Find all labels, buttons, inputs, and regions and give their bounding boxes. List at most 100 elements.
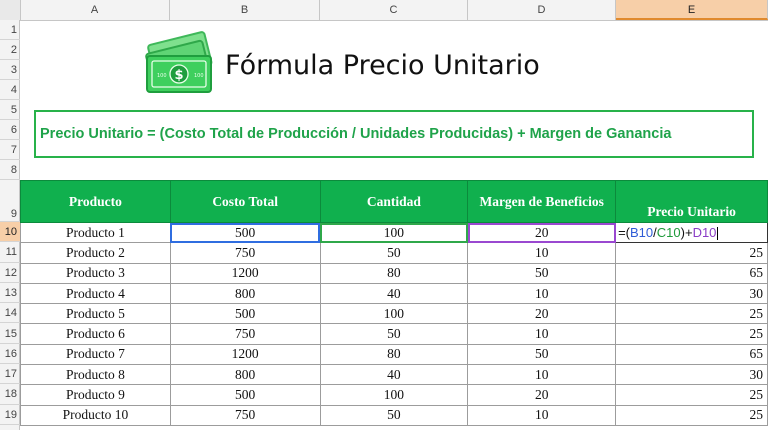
row-header-17[interactable]: 17: [0, 364, 20, 385]
price-table: Producto Costo Total Cantidad Margen de …: [20, 180, 768, 426]
cell-e16[interactable]: 65: [615, 343, 768, 366]
column-header-a[interactable]: A: [20, 0, 170, 20]
cell-a11[interactable]: Producto 2: [20, 242, 171, 264]
cell-a16[interactable]: Producto 7: [20, 343, 171, 366]
table-row: Producto 1 500 100 20 =(B10/C10)+D10: [20, 221, 768, 244]
cell-a10[interactable]: Producto 1: [20, 221, 171, 244]
cell-d12[interactable]: 50: [467, 262, 617, 284]
row-header-10[interactable]: 10: [0, 222, 20, 243]
cell-e17[interactable]: 30: [615, 364, 768, 386]
svg-text:$: $: [174, 68, 183, 83]
cell-e11[interactable]: 25: [615, 242, 768, 264]
cell-d18[interactable]: 20: [467, 384, 617, 406]
cell-b17[interactable]: 800: [169, 364, 321, 386]
header-costo-total[interactable]: Costo Total: [169, 180, 321, 223]
header-margen[interactable]: Margen de Beneficios: [467, 180, 617, 223]
header-cantidad[interactable]: Cantidad: [319, 180, 469, 223]
row-header-11[interactable]: 11: [0, 242, 20, 263]
cell-e18[interactable]: 25: [615, 384, 768, 406]
cell-c19[interactable]: 50: [319, 404, 469, 426]
cell-b18[interactable]: 500: [169, 384, 321, 406]
cell-a12[interactable]: Producto 3: [20, 262, 171, 284]
table-row: Producto 5 500 100 20 25: [20, 303, 768, 325]
cell-a18[interactable]: Producto 9: [20, 384, 171, 406]
cell-d15[interactable]: 10: [467, 323, 617, 345]
cell-d13[interactable]: 10: [467, 282, 617, 305]
cell-d14[interactable]: 20: [467, 303, 617, 325]
cell-c12[interactable]: 80: [319, 262, 469, 284]
table-row: Producto 4 800 40 10 30: [20, 282, 768, 305]
cell-c13[interactable]: 40: [319, 282, 469, 305]
cell-e14[interactable]: 25: [615, 303, 768, 325]
column-header-b[interactable]: B: [170, 0, 320, 20]
cell-b14[interactable]: 500: [169, 303, 321, 325]
column-header-d[interactable]: D: [468, 0, 616, 20]
row-header-1[interactable]: 1: [0, 20, 20, 40]
column-header-c[interactable]: C: [320, 0, 468, 20]
row-header-4[interactable]: 4: [0, 80, 20, 100]
cell-e12[interactable]: 65: [615, 262, 768, 284]
formula-ref-b10: B10: [630, 225, 654, 241]
cell-a19[interactable]: Producto 10: [20, 404, 171, 426]
row-header-13[interactable]: 13: [0, 283, 20, 304]
formula-banner: Precio Unitario = (Costo Total de Produc…: [34, 110, 754, 158]
column-header-e[interactable]: E: [616, 0, 768, 20]
row-header-12[interactable]: 12: [0, 263, 20, 283]
row-header-8[interactable]: 8: [0, 160, 20, 180]
cell-a13[interactable]: Producto 4: [20, 282, 171, 305]
svg-text:100: 100: [194, 73, 204, 79]
money-bill-icon: $ 100 100: [145, 31, 213, 93]
cell-e19[interactable]: 25: [615, 404, 768, 426]
select-all-corner[interactable]: [0, 0, 21, 20]
cell-d19[interactable]: 10: [467, 404, 617, 426]
table-row: Producto 7 1200 80 50 65: [20, 343, 768, 366]
row-header-14[interactable]: 14: [0, 303, 20, 324]
cell-b13[interactable]: 800: [169, 282, 321, 305]
cell-d10[interactable]: 20: [467, 221, 617, 244]
cell-c18[interactable]: 100: [319, 384, 469, 406]
row-header-2[interactable]: 2: [0, 40, 20, 60]
row-header-3[interactable]: 3: [0, 60, 20, 80]
row-header-9[interactable]: 9: [0, 180, 20, 222]
column-header-bar: A B C D E: [0, 0, 768, 21]
row-header-15[interactable]: 15: [0, 324, 20, 344]
cell-b16[interactable]: 1200: [169, 343, 321, 366]
cell-a15[interactable]: Producto 6: [20, 323, 171, 345]
cell-e15[interactable]: 25: [615, 323, 768, 345]
cell-b15[interactable]: 750: [169, 323, 321, 345]
row-header-7[interactable]: 7: [0, 140, 20, 160]
header-producto[interactable]: Producto: [20, 180, 171, 223]
cell-a17[interactable]: Producto 8: [20, 364, 171, 386]
cell-c11[interactable]: 50: [319, 242, 469, 264]
cell-c15[interactable]: 50: [319, 323, 469, 345]
text-cursor: [717, 227, 719, 241]
formula-open: =(: [618, 225, 631, 241]
cell-c14[interactable]: 100: [319, 303, 469, 325]
cell-d16[interactable]: 50: [467, 343, 617, 366]
row-header-19[interactable]: 19: [0, 405, 20, 425]
table-row: Producto 10 750 50 10 25: [20, 404, 768, 426]
row-header-16[interactable]: 16: [0, 344, 20, 365]
cell-b10[interactable]: 500: [169, 221, 321, 244]
cell-c16[interactable]: 80: [319, 343, 469, 366]
formula-banner-text: Precio Unitario = (Costo Total de Produc…: [40, 126, 672, 142]
cell-b12[interactable]: 1200: [169, 262, 321, 284]
cell-a14[interactable]: Producto 5: [20, 303, 171, 325]
header-precio-unitario[interactable]: Precio Unitario: [615, 180, 768, 223]
cell-c17[interactable]: 40: [319, 364, 469, 386]
row-header-5[interactable]: 5: [0, 100, 20, 120]
cell-c10[interactable]: 100: [319, 221, 469, 244]
cell-b19[interactable]: 750: [169, 404, 321, 426]
cell-e10-editing[interactable]: =(B10/C10)+D10: [615, 221, 768, 244]
cell-d17[interactable]: 10: [467, 364, 617, 386]
row-header-6[interactable]: 6: [0, 120, 20, 140]
cell-e13[interactable]: 30: [615, 282, 768, 305]
cell-d11[interactable]: 10: [467, 242, 617, 264]
cell-b11[interactable]: 750: [169, 242, 321, 264]
table-row: Producto 3 1200 80 50 65: [20, 262, 768, 284]
formula-ref-d10: D10: [692, 225, 717, 241]
table-row: Producto 8 800 40 10 30: [20, 364, 768, 386]
row-header-bar: 1 2 3 4 5 6 7 8 9 10 11 12 13 14 15 16 1…: [0, 20, 20, 430]
table-row: Producto 9 500 100 20 25: [20, 384, 768, 406]
row-header-18[interactable]: 18: [0, 384, 20, 405]
